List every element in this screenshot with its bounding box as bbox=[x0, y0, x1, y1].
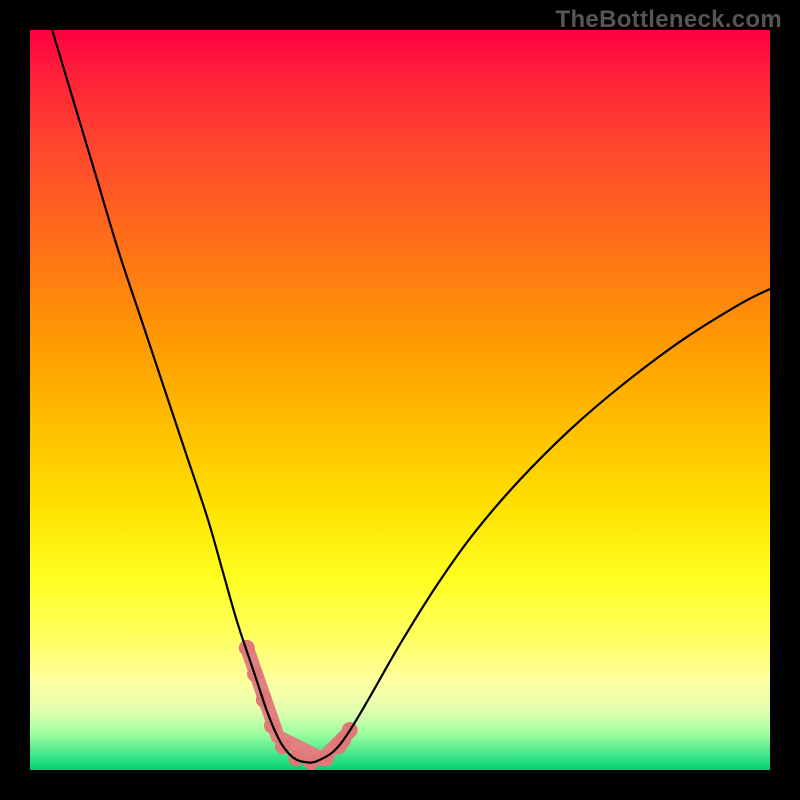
plot-area bbox=[30, 30, 770, 770]
bottleneck-curve bbox=[52, 30, 770, 763]
curve-svg bbox=[30, 30, 770, 770]
highlight-dot bbox=[288, 750, 304, 766]
optimal-range-highlight bbox=[239, 640, 358, 770]
chart-stage: TheBottleneck.com bbox=[0, 0, 800, 800]
